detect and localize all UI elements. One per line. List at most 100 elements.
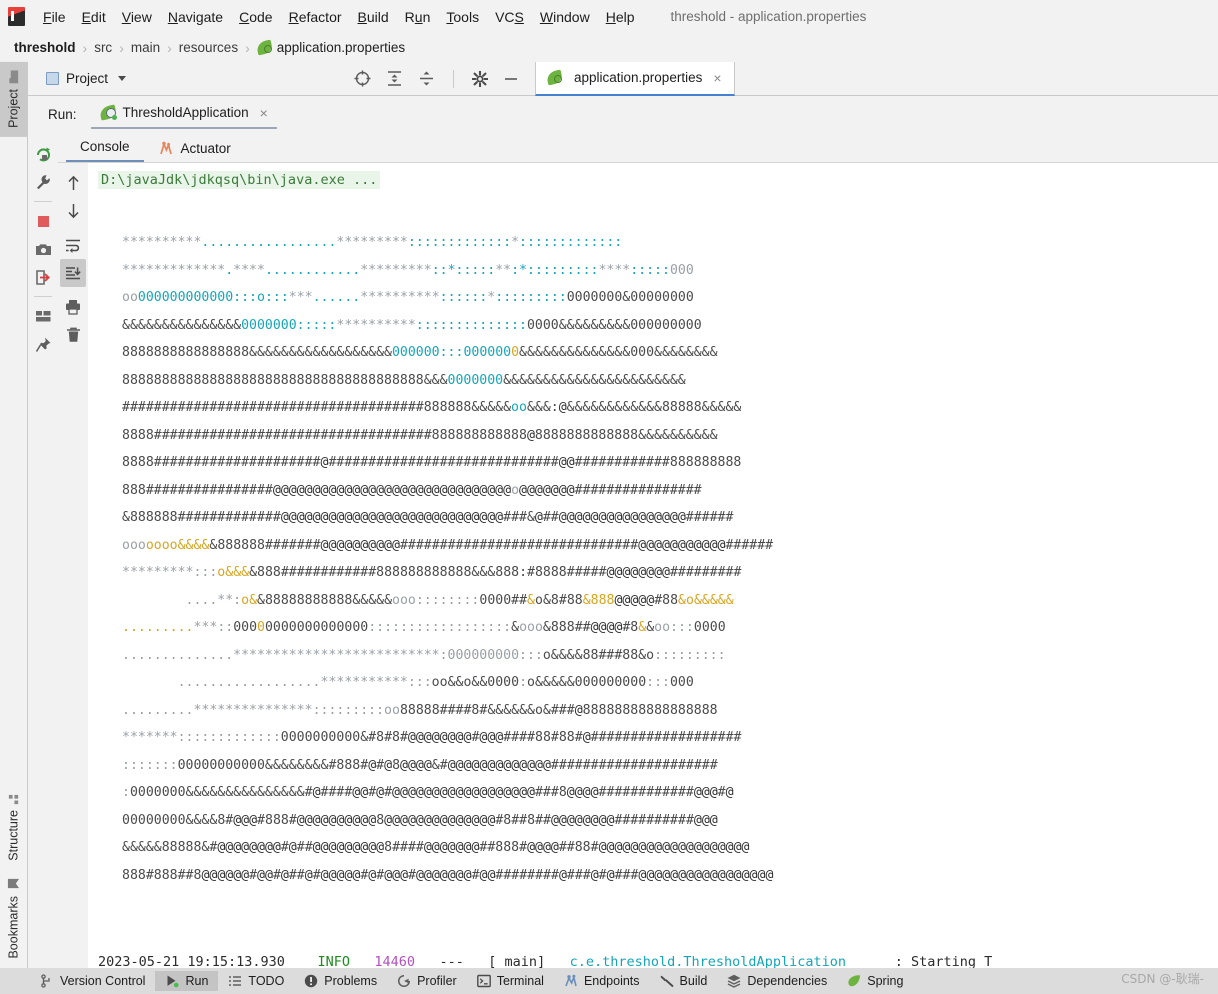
menu-item-file[interactable]: File [35, 6, 74, 28]
menu-item-refactor[interactable]: Refactor [281, 6, 350, 28]
ascii-banner-row: &&&&&&&&&&&&&&&0000000:::::**********:::… [122, 317, 702, 333]
print-icon[interactable] [60, 293, 86, 321]
ascii-banner-row: ....**:o&&88888888888&&&&&ooo::::::::000… [122, 592, 734, 608]
sidebar-item-bookmarks[interactable]: Bookmarks [0, 869, 27, 968]
console-area: D:\javaJdk\jdkqsq\bin\java.exe ... *****… [58, 163, 1218, 968]
scroll-to-end-icon[interactable] [60, 259, 86, 287]
close-icon[interactable]: × [713, 70, 721, 86]
status-item-run[interactable]: Run [155, 971, 219, 991]
tab-actuator[interactable]: Actuator [144, 137, 245, 162]
console-output[interactable]: D:\javaJdk\jdkqsq\bin\java.exe ... *****… [88, 163, 1218, 968]
breadcrumb-leaf[interactable]: application.properties [277, 40, 405, 55]
locate-icon[interactable] [354, 70, 371, 87]
ascii-banner-row: ooooooo&&&&&888888#######@@@@@@@@@@#####… [122, 537, 774, 553]
tab-application-properties[interactable]: application.properties × [535, 61, 735, 96]
status-item-endpoints[interactable]: Endpoints [554, 971, 650, 991]
arrow-down-icon[interactable] [60, 197, 86, 225]
actuator-icon [159, 141, 172, 155]
spring-properties-icon [547, 71, 562, 84]
structure-icon [8, 794, 19, 805]
spring-properties-icon [257, 41, 272, 54]
ascii-banner-row: ..............**************************… [122, 647, 726, 663]
run-side-toolbar [28, 132, 58, 968]
spring-ascii-banner: **********.................*********::::… [122, 229, 1218, 889]
ascii-banner-row: *********:::o&&&&888############88888888… [122, 565, 742, 580]
project-rail-label: Project [6, 89, 21, 128]
menu-item-navigate[interactable]: Navigate [160, 6, 231, 28]
log-message: : Starting T [894, 954, 993, 968]
terminal-icon [476, 974, 491, 988]
run-caption: Run: [48, 106, 77, 122]
layout-icon[interactable] [30, 302, 56, 330]
run-icon [165, 974, 179, 988]
expand-all-icon[interactable] [386, 70, 403, 87]
status-bar: Version Control Run TODO Problems Profiler Te… [0, 968, 1218, 994]
breadcrumb[interactable]: threshold › src › main › resources › app… [0, 33, 1218, 62]
toolbar-divider [453, 69, 454, 88]
minimize-icon[interactable] [503, 71, 519, 87]
menu-item-edit[interactable]: Edit [74, 6, 114, 28]
tab-console[interactable]: Console [66, 135, 144, 162]
status-item-label: Spring [867, 974, 904, 988]
breadcrumb-root[interactable]: threshold [14, 40, 76, 55]
log-logger: c.e.threshold.ThresholdApplication [569, 954, 846, 968]
log-pid: 14460 [374, 954, 416, 968]
breadcrumb-separator: › [119, 39, 124, 56]
status-item-todo[interactable]: TODO [218, 971, 294, 991]
status-item-version-control[interactable]: Version Control [30, 971, 155, 991]
menu-item-window[interactable]: Window [532, 6, 598, 28]
log-dashes: --- [439, 954, 464, 968]
trash-icon[interactable] [60, 321, 86, 349]
status-item-spring[interactable]: Spring [837, 971, 913, 991]
menu-item-vcs[interactable]: VCS [487, 6, 532, 28]
editor-tab-label: application.properties [574, 70, 703, 85]
menu-item-help[interactable]: Help [598, 6, 643, 28]
camera-icon[interactable] [30, 235, 56, 263]
stop-icon[interactable] [30, 207, 56, 235]
menu-bar: File Edit View Navigate Code Refactor Build Run… [0, 0, 1218, 33]
status-item-dependencies[interactable]: Dependencies [717, 971, 837, 991]
breadcrumb-node-resources[interactable]: resources [179, 40, 238, 55]
status-item-terminal[interactable]: Terminal [467, 971, 554, 991]
status-item-label: TODO [248, 974, 285, 988]
status-item-build[interactable]: Build [650, 971, 718, 991]
menu-item-view[interactable]: View [114, 6, 160, 28]
log-level: INFO [317, 954, 350, 968]
sidebar-item-project[interactable]: Project [0, 62, 27, 137]
menu-item-build[interactable]: Build [350, 6, 397, 28]
folder-icon [9, 70, 19, 84]
project-panel-label: Project [66, 71, 109, 86]
exit-icon[interactable] [30, 263, 56, 291]
close-icon[interactable]: × [260, 105, 268, 121]
soft-wrap-icon[interactable] [60, 231, 86, 259]
breadcrumb-node-main[interactable]: main [131, 40, 160, 55]
chevron-down-icon[interactable] [118, 76, 127, 81]
gear-icon[interactable] [472, 70, 488, 87]
toolbar-divider [34, 201, 52, 202]
status-item-problems[interactable]: Problems [294, 971, 387, 991]
ascii-banner-row: .........***************:::::::::oo88888… [122, 702, 718, 718]
pin-icon[interactable] [30, 330, 56, 358]
status-item-label: Build [679, 974, 708, 988]
toolbar-divider [34, 296, 52, 297]
run-configuration-tab[interactable]: ThresholdApplication × [90, 100, 277, 129]
status-item-label: Version Control [60, 974, 146, 988]
collapse-all-icon[interactable] [418, 70, 435, 87]
project-panel-header[interactable]: Project [28, 71, 328, 86]
run-tool-window: Run: ThresholdApplication × Console Actu… [28, 96, 1218, 968]
status-item-profiler[interactable]: Profiler [387, 971, 467, 991]
menu-item-tools[interactable]: Tools [438, 6, 487, 28]
menu-item-code[interactable]: Code [231, 6, 280, 28]
sidebar-item-structure[interactable]: Structure [0, 783, 27, 870]
ascii-banner-row: 888#888##8@@@@@@#@@#@##@#@@@@@#@#@@@#@@@… [122, 867, 774, 883]
arrow-up-icon[interactable] [60, 169, 86, 197]
rerun-icon[interactable] [30, 140, 56, 168]
wrench-icon[interactable] [30, 168, 56, 196]
log-timestamp: 2023-05-21 19:15:13.930 [98, 954, 285, 968]
problems-icon [304, 974, 318, 988]
menu-item-run[interactable]: Run [397, 6, 439, 28]
ascii-banner-row: 88888888888888888888888888888888888888&&… [122, 372, 686, 388]
actuator-tab-label: Actuator [180, 141, 231, 156]
ascii-banner-row: &&&&&88888&#@@@@@@@@#@##@@@@@@@@@8####@@… [122, 840, 750, 855]
breadcrumb-node-src[interactable]: src [94, 40, 112, 55]
